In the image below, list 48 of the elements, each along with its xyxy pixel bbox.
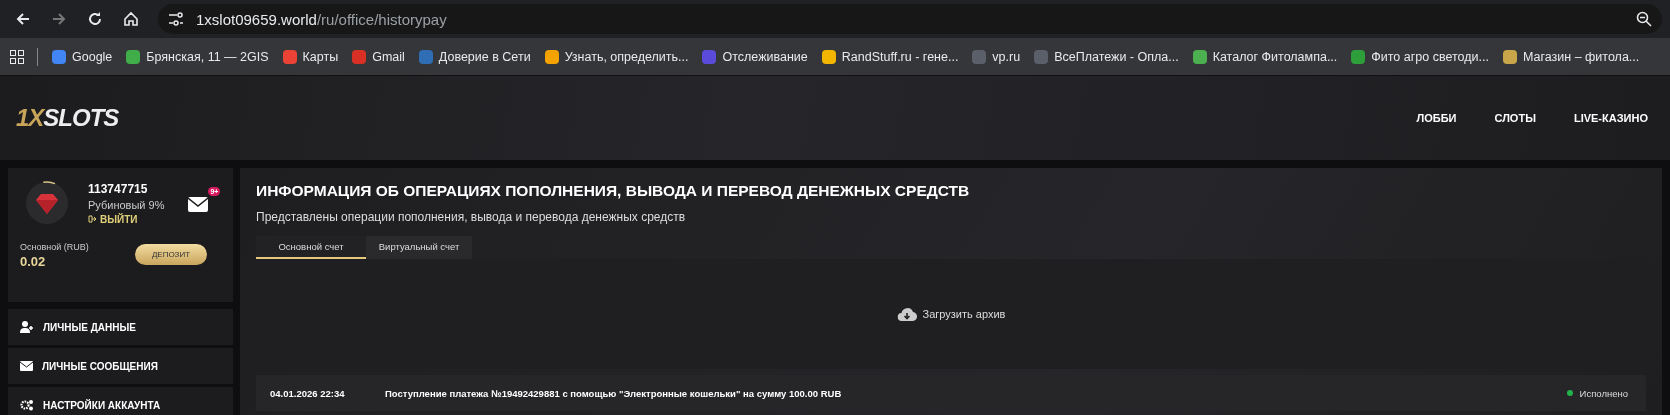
url-text: 1xslot09659.world/ru/office/historypay bbox=[196, 10, 447, 28]
bookmark[interactable]: Фито агро светоди... bbox=[1350, 48, 1489, 65]
logo[interactable]: 1XSLOTS bbox=[16, 104, 119, 132]
nav-link[interactable]: LIVE-КАЗИНО bbox=[1573, 112, 1648, 124]
bookmark[interactable]: Gmail bbox=[351, 48, 405, 65]
bookmark[interactable]: Карты bbox=[281, 48, 339, 65]
nav-link[interactable]: ЛОББИ bbox=[1416, 112, 1457, 124]
envelope-icon bbox=[20, 361, 33, 371]
status-text: Исполнено bbox=[1579, 387, 1628, 399]
bookmark[interactable]: vp.ru bbox=[971, 48, 1021, 65]
home-icon bbox=[123, 11, 139, 27]
sidebar-item[interactable]: ЛИЧНЫЕ ДАННЫЕ bbox=[8, 309, 233, 345]
loyalty-level: Рубиновый 9% bbox=[88, 198, 165, 211]
sidebar-item[interactable]: ЛИЧНЫЕ СООБЩЕНИЯ bbox=[8, 348, 233, 384]
logout-link[interactable]: ВЫЙТИ bbox=[88, 213, 165, 225]
account-tab[interactable]: Основной счет bbox=[256, 236, 366, 259]
date-cell-text: 04.01.2026 22:34 bbox=[270, 387, 346, 399]
deposit-button[interactable]: ДЕПОЗИТ bbox=[135, 244, 207, 265]
bookmark[interactable]: ВсеПлатежи - Опла... bbox=[1033, 48, 1179, 65]
back-arrow-icon bbox=[15, 11, 31, 27]
balance-label: Основной (RUB) bbox=[20, 242, 89, 252]
bookmark[interactable]: Google bbox=[51, 48, 113, 65]
page-title: ИНФОРМАЦИЯ ОБ ОПЕРАЦИЯХ ПОПОЛНЕНИЯ, ВЫВОДА И ПЕРЕВОД ДЕНЕЖНЫХ СРЕДСТВ bbox=[256, 182, 971, 200]
sidebar-item[interactable]: НАСТРОЙКИ АККАУНТА bbox=[8, 387, 233, 415]
bookmark[interactable]: Брянская, 11 — 2GIS bbox=[125, 48, 269, 65]
site-settings-icon bbox=[168, 12, 184, 26]
cloud-download-icon bbox=[896, 306, 917, 322]
user-add-icon bbox=[20, 321, 34, 333]
page-subtitle: Представлены операции пополнения, вывода и перевода денежных средств bbox=[256, 210, 687, 224]
bookmark[interactable]: Магазин – фитола... bbox=[1501, 48, 1640, 65]
bookmark[interactable]: Отслеживание bbox=[701, 48, 808, 65]
logout-icon bbox=[88, 215, 96, 223]
user-id: 113747715 bbox=[88, 181, 149, 196]
envelope-icon[interactable] bbox=[188, 197, 209, 212]
reload-icon bbox=[87, 11, 103, 27]
forward-arrow-icon bbox=[51, 11, 67, 27]
bookmark[interactable]: Узнать, определить... bbox=[543, 48, 689, 65]
apps-icon[interactable] bbox=[10, 49, 24, 64]
zoom-out-icon[interactable] bbox=[1636, 11, 1652, 27]
account-tab[interactable]: Виртуальный счет bbox=[366, 236, 472, 259]
nav-link[interactable]: СЛОТЫ bbox=[1494, 112, 1536, 124]
bookmark[interactable]: RandStuff.ru - гене... bbox=[820, 48, 959, 65]
address-bar[interactable]: 1xslot09659.world/ru/office/historypay bbox=[158, 4, 1662, 34]
bookmark[interactable]: Каталог Фитолампа... bbox=[1191, 48, 1338, 65]
download-archive-button[interactable]: Загрузить архив bbox=[890, 305, 1012, 323]
balance-value: 0.02 bbox=[20, 254, 47, 269]
bookmark[interactable]: Доверие в Сети bbox=[417, 48, 531, 65]
description-cell-text: Поступление платежа №19492429881 с помощью "Электронные кошельки" на сумму 100.00 RUB bbox=[385, 387, 843, 399]
